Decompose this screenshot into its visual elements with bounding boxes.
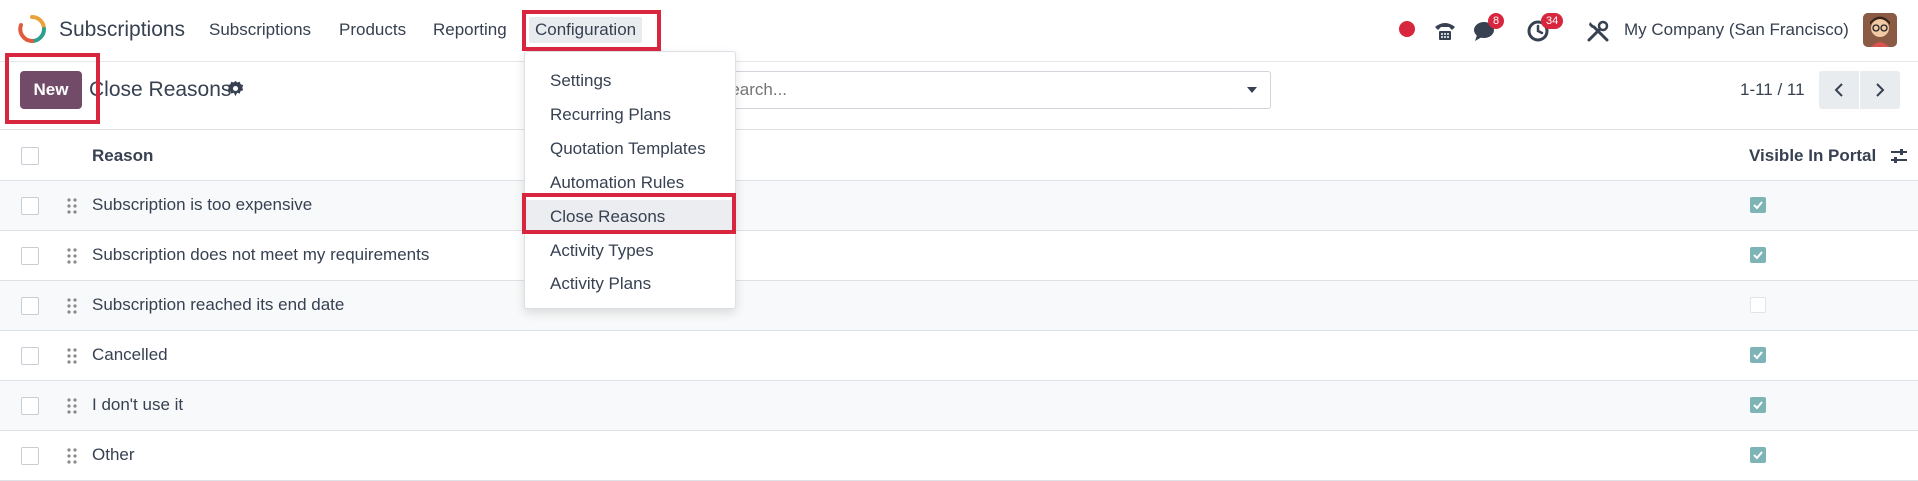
table-row[interactable]: Subscription does not meet my requiremen… xyxy=(0,231,1918,281)
drag-handle-icon[interactable] xyxy=(66,397,78,415)
pager-previous-button[interactable] xyxy=(1819,71,1859,109)
search-input[interactable] xyxy=(717,72,1201,108)
row-checkbox[interactable] xyxy=(21,297,39,315)
top-navbar: Subscriptions Subscriptions Products Rep… xyxy=(0,0,1918,62)
table-row[interactable]: Subscription is too expensive xyxy=(0,181,1918,231)
table-row[interactable]: Cancelled xyxy=(0,331,1918,381)
menu-configuration[interactable]: Configuration xyxy=(529,17,643,43)
drag-handle-icon[interactable] xyxy=(66,197,78,215)
activities-badge: 34 xyxy=(1541,13,1564,29)
pager-value[interactable]: 1-11 / 11 xyxy=(1740,80,1805,100)
drag-handle-icon[interactable] xyxy=(66,297,78,315)
column-header-reason[interactable]: Reason xyxy=(92,146,153,166)
menu-item-automation-rules[interactable]: Automation Rules xyxy=(525,166,735,199)
reason-cell[interactable]: Other xyxy=(92,445,135,465)
menu-item-quotation-templates[interactable]: Quotation Templates xyxy=(525,132,735,165)
row-checkbox[interactable] xyxy=(21,247,39,265)
chevron-left-icon xyxy=(1834,83,1843,97)
visible-in-portal-checkbox[interactable] xyxy=(1750,297,1766,313)
row-checkbox[interactable] xyxy=(21,447,39,465)
visible-in-portal-checkbox[interactable] xyxy=(1750,447,1766,463)
menu-reporting[interactable]: Reporting xyxy=(433,20,507,40)
caret-down-icon xyxy=(1247,87,1257,93)
search-options-toggle[interactable] xyxy=(1234,71,1271,109)
recording-dot-icon[interactable] xyxy=(1398,20,1416,38)
drag-handle-icon[interactable] xyxy=(66,347,78,365)
reason-cell[interactable]: Subscription reached its end date xyxy=(92,295,344,315)
company-switcher[interactable]: My Company (San Francisco) xyxy=(1624,20,1849,40)
visible-in-portal-checkbox[interactable] xyxy=(1750,347,1766,363)
column-header-visible-in-portal[interactable]: Visible In Portal xyxy=(1749,146,1876,166)
visible-in-portal-checkbox[interactable] xyxy=(1750,197,1766,213)
reason-cell[interactable]: Subscription does not meet my requiremen… xyxy=(92,245,429,265)
close-reasons-list: Reason Visible In Portal Subscription is… xyxy=(0,129,1918,481)
row-checkbox[interactable] xyxy=(21,197,39,215)
user-avatar[interactable] xyxy=(1863,13,1897,47)
menu-item-recurring-plans[interactable]: Recurring Plans xyxy=(525,98,735,131)
search-bar xyxy=(710,71,1236,109)
avatar-icon xyxy=(1863,13,1897,47)
menu-products[interactable]: Products xyxy=(339,20,406,40)
pager-next-button[interactable] xyxy=(1860,71,1900,109)
row-checkbox[interactable] xyxy=(21,347,39,365)
select-all-checkbox[interactable] xyxy=(21,147,39,165)
messages-badge: 8 xyxy=(1488,13,1505,29)
reason-cell[interactable]: Cancelled xyxy=(92,345,168,365)
subscriptions-logo-icon[interactable] xyxy=(17,14,47,44)
configuration-dropdown-menu: Settings Recurring Plans Quotation Templ… xyxy=(524,51,736,309)
tools-icon[interactable] xyxy=(1585,18,1611,44)
visible-in-portal-checkbox[interactable] xyxy=(1750,397,1766,413)
table-row[interactable]: Subscription reached its end date xyxy=(0,281,1918,331)
page-title: Close Reasons xyxy=(89,78,232,101)
app-name[interactable]: Subscriptions xyxy=(59,18,185,42)
gear-icon[interactable] xyxy=(227,80,244,97)
menu-subscriptions[interactable]: Subscriptions xyxy=(209,20,311,40)
menu-item-activity-plans[interactable]: Activity Plans xyxy=(525,267,735,300)
column-settings-icon[interactable] xyxy=(1890,147,1908,165)
chevron-right-icon xyxy=(1876,83,1885,97)
drag-handle-icon[interactable] xyxy=(66,247,78,265)
menu-item-settings[interactable]: Settings xyxy=(525,64,735,97)
phone-icon[interactable] xyxy=(1432,18,1458,44)
reason-cell[interactable]: I don't use it xyxy=(92,395,183,415)
menu-item-activity-types[interactable]: Activity Types xyxy=(525,234,735,267)
reason-cell[interactable]: Subscription is too expensive xyxy=(92,195,312,215)
new-button[interactable]: New xyxy=(20,71,82,109)
table-row[interactable]: I don't use it xyxy=(0,381,1918,431)
drag-handle-icon[interactable] xyxy=(66,447,78,465)
visible-in-portal-checkbox[interactable] xyxy=(1750,247,1766,263)
menu-item-close-reasons[interactable]: Close Reasons xyxy=(525,200,735,233)
table-row[interactable]: Other xyxy=(0,431,1918,481)
list-header: Reason Visible In Portal xyxy=(0,129,1918,181)
row-checkbox[interactable] xyxy=(21,397,39,415)
